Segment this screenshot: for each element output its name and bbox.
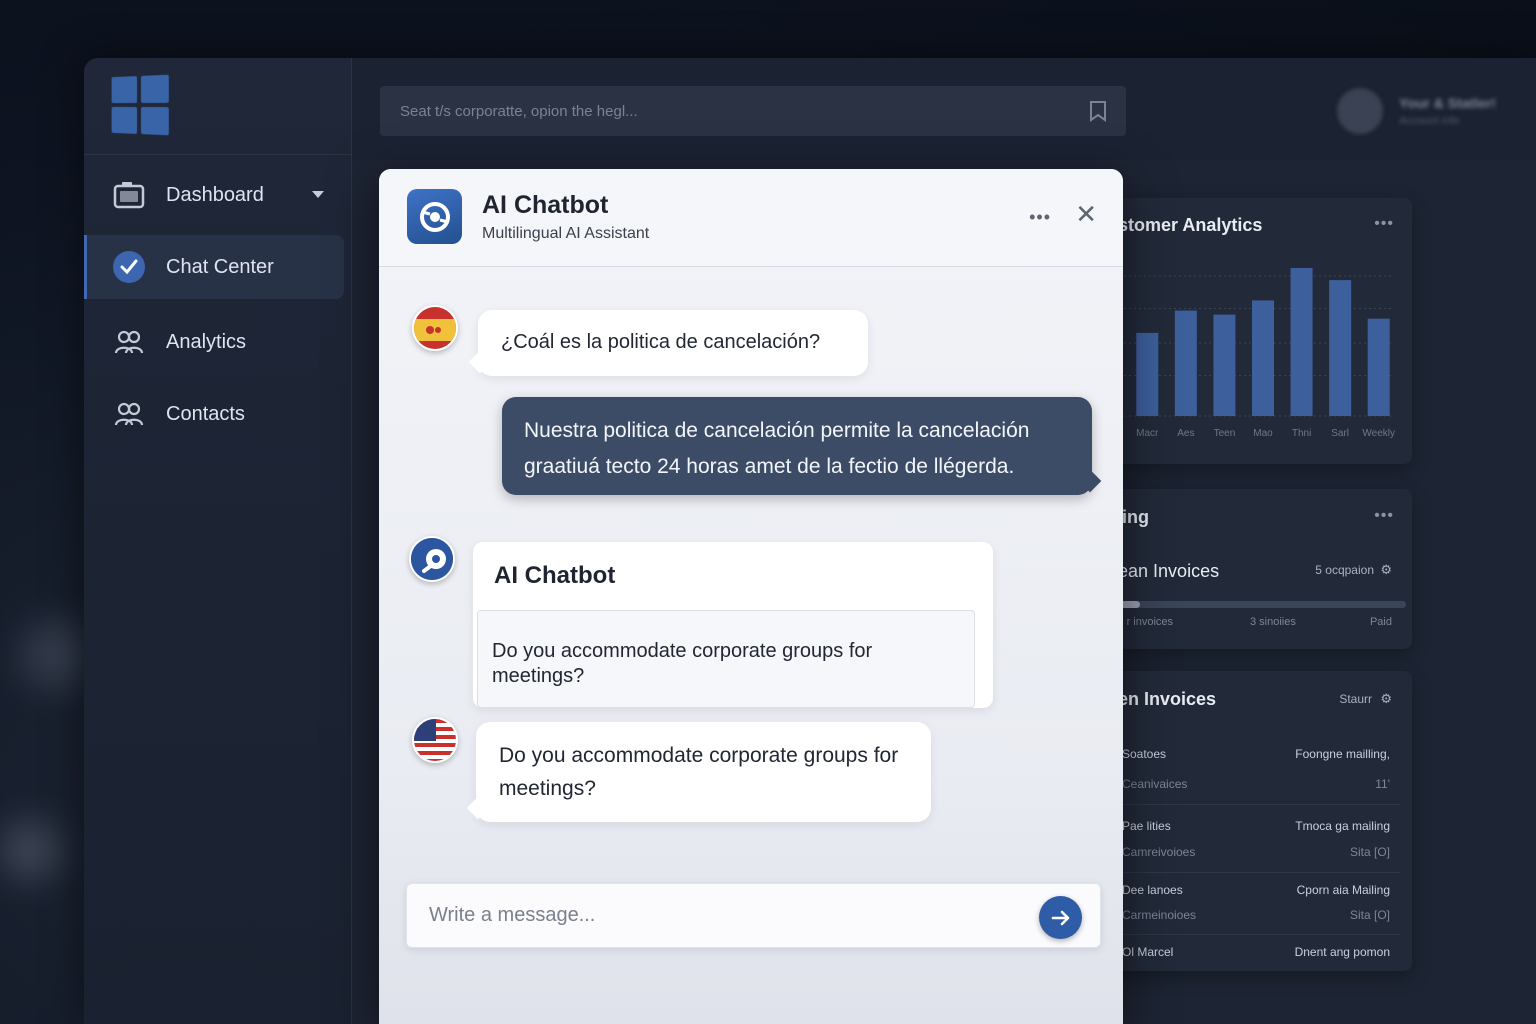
- user-message-bubble: Do you accommodate corporate groups for …: [466, 722, 931, 822]
- chart-bar: [1290, 267, 1313, 416]
- message-input[interactable]: [407, 884, 1027, 947]
- top-bar: Seat t/s corporatte, opion the hegl... Y…: [352, 58, 1536, 160]
- chatbot-avatar: [409, 536, 455, 582]
- x-tick-label: Mao: [1253, 428, 1273, 439]
- sidebar-item-label: Chat Center: [166, 255, 274, 278]
- bot-message-bubble: Nuestra politica de cancelación permite …: [502, 397, 1102, 495]
- message-text: Do you accommodate corporate groups for …: [499, 744, 899, 800]
- arrow-right-icon: [1051, 910, 1069, 925]
- sidebar-item-analytics[interactable]: Analytics: [84, 310, 344, 374]
- profile-name: Your & Statler!: [1399, 95, 1496, 111]
- chat-header: AI Chatbot Multilingual AI Assistant •••…: [379, 169, 1123, 267]
- billing-card: Billing ••• Opean Invoices 5 ocqpaion ⚙ …: [1072, 489, 1412, 649]
- status-label: Staurr: [1339, 692, 1372, 706]
- chat-title: AI Chatbot: [482, 191, 609, 219]
- billing-badge: 5 ocqpaion: [1315, 563, 1374, 577]
- us-flag-avatar: [412, 717, 458, 763]
- chart-bar: [1213, 314, 1236, 416]
- more-icon[interactable]: •••: [1374, 507, 1394, 525]
- billing-label-paid: Paid: [1369, 616, 1392, 628]
- bot-card-title: AI Chatbot: [494, 562, 616, 589]
- x-tick-label: Weekly: [1362, 428, 1395, 439]
- sidebar: Dashboard Chat Center Analytics Contacts: [84, 58, 352, 1024]
- more-options-icon[interactable]: •••: [1029, 207, 1051, 228]
- analytics-bar-chart: 0120220250500MacrAesTeenMaoThniSarlWeekl…: [1096, 267, 1395, 439]
- billing-label-mid: 3 sinoiies: [1250, 616, 1296, 628]
- spain-flag-avatar: [412, 305, 458, 351]
- x-tick-label: Thni: [1292, 428, 1311, 439]
- sidebar-item-chat-center[interactable]: Chat Center: [84, 235, 344, 299]
- x-tick-label: Macr: [1136, 428, 1159, 439]
- send-button[interactable]: [1039, 896, 1082, 939]
- sidebar-item-dashboard[interactable]: Dashboard: [84, 163, 344, 227]
- billing-progress: [1100, 601, 1406, 608]
- user-message-bubble: ¿Coál es la politica de cancelación?: [468, 310, 868, 376]
- gear-icon[interactable]: ⚙: [1380, 691, 1392, 707]
- chart-bar: [1252, 300, 1274, 416]
- avatar: [1337, 88, 1384, 134]
- profile-sub: Account info: [1399, 115, 1460, 127]
- app-logo: [111, 74, 169, 136]
- chart-bar: [1329, 280, 1352, 416]
- sidebar-item-label: Contacts: [166, 402, 245, 425]
- x-tick-label: Teen: [1214, 428, 1236, 439]
- sidebar-item-label: Analytics: [166, 330, 247, 353]
- user-profile[interactable]: Your & Statler! Account info: [1337, 88, 1496, 134]
- folder-icon: [112, 178, 146, 212]
- chatbot-logo-icon: [407, 189, 462, 244]
- chat-window: AI Chatbot Multilingual AI Assistant •••…: [379, 169, 1123, 1024]
- users-icon: [112, 325, 146, 359]
- sidebar-item-label: Dashboard: [166, 183, 264, 206]
- bookmark-icon[interactable]: [1088, 100, 1108, 126]
- x-tick-label: Sarl: [1331, 428, 1349, 439]
- chevron-down-icon[interactable]: [312, 191, 324, 198]
- gear-icon[interactable]: ⚙: [1380, 562, 1392, 578]
- message-text: Nuestra politica de cancelación permite …: [524, 419, 1030, 478]
- customer-analytics-card: Customer Analytics ••• 0120220250500Macr…: [1072, 198, 1412, 464]
- check-circle-icon: [112, 250, 146, 284]
- open-invoices-card: Dpen Invoices Staurr ⚙ ↻ Soatoes Foongne…: [1072, 671, 1412, 971]
- message-text: Do you accommodate corporate groups for …: [492, 640, 873, 687]
- chart-bar: [1136, 332, 1159, 416]
- x-tick-label: Aes: [1177, 428, 1194, 439]
- search-bar[interactable]: Seat t/s corporatte, opion the hegl...: [380, 86, 1126, 136]
- message-text: ¿Coál es la politica de cancelación?: [501, 331, 821, 353]
- users-icon: [112, 397, 146, 431]
- close-icon[interactable]: ✕: [1075, 199, 1097, 230]
- chart-bar: [1367, 318, 1390, 416]
- search-input[interactable]: Seat t/s corporatte, opion the hegl...: [400, 103, 638, 120]
- message-composer: [406, 883, 1101, 948]
- bot-card: AI Chatbot Do you accommodate corporate …: [473, 542, 993, 708]
- sidebar-item-contacts[interactable]: Contacts: [84, 382, 344, 446]
- chart-bar: [1174, 310, 1197, 416]
- chat-subtitle: Multilingual AI Assistant: [482, 225, 650, 242]
- quoted-message: Do you accommodate corporate groups for …: [477, 610, 975, 708]
